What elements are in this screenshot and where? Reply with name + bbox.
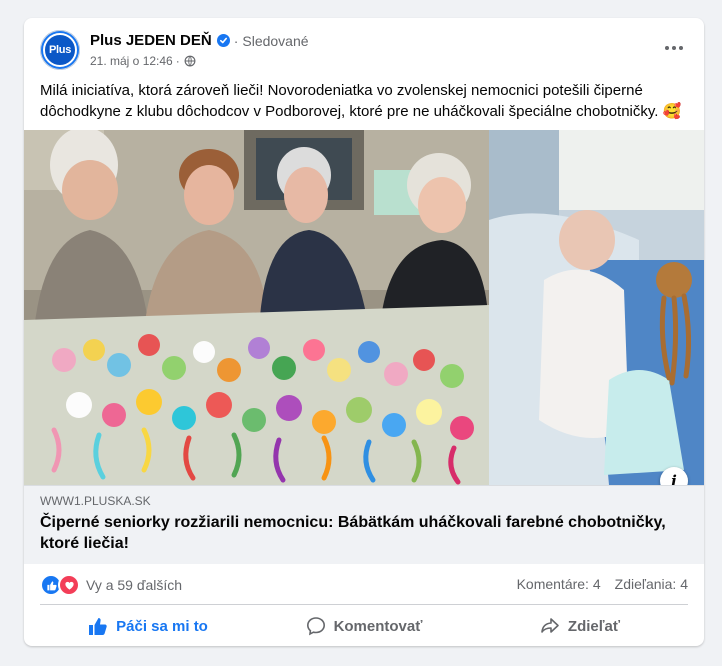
globe-icon[interactable] [184, 55, 196, 67]
meta-separator: · [175, 54, 180, 68]
reactions-summary[interactable]: Vy a 59 ďalších [40, 574, 182, 596]
share-button[interactable]: Zdieľať [472, 608, 688, 644]
share-label: Zdieľať [567, 617, 621, 635]
newborn-photo[interactable] [489, 130, 704, 485]
engagement-counts: Komentáre: 4 Zdieľania: 4 [517, 576, 688, 592]
actions-divider [40, 604, 688, 605]
post-card: Plus Plus JEDEN DEŇ · Sledované 21. máj … [24, 18, 704, 646]
post-timestamp[interactable]: 21. máj o 12:46 [90, 54, 173, 68]
avatar-logo: Plus [43, 33, 77, 67]
post-stats: Vy a 59 ďalších Komentáre: 4 Zdieľania: … [40, 570, 688, 598]
follow-separator: · [233, 32, 239, 49]
link-domain: WWW1.PLUSKA.SK [40, 494, 151, 508]
action-bar: Páči sa mi to Komentovať Zdieľať [40, 608, 688, 644]
comment-button[interactable]: Komentovať [256, 608, 472, 644]
link-title[interactable]: Čiperné seniorky rozžiarili nemocnicu: B… [40, 512, 690, 554]
like-button[interactable]: Páči sa mi to [40, 608, 256, 644]
verified-badge-icon [216, 34, 230, 47]
love-reaction-icon [58, 574, 80, 596]
page-name-row: Plus JEDEN DEŇ · Sledované [90, 32, 309, 49]
share-icon [541, 618, 559, 633]
link-preview[interactable]: WWW1.PLUSKA.SK Čiperné seniorky rozžiari… [24, 485, 704, 564]
seniors-photo[interactable] [24, 130, 489, 485]
comment-icon [306, 617, 325, 636]
reactions-count: Vy a 59 ďalších [86, 577, 183, 593]
post-header: Plus Plus JEDEN DEŇ · Sledované 21. máj … [40, 30, 688, 74]
page-name-link[interactable]: Plus JEDEN DEŇ [90, 32, 212, 49]
comment-label: Komentovať [333, 617, 423, 635]
follow-state-label[interactable]: Sledované [242, 33, 308, 49]
thumbs-up-icon [89, 618, 107, 635]
post-meta: 21. máj o 12:46 · [90, 54, 196, 68]
comments-count[interactable]: Komentáre: 4 [517, 576, 601, 592]
like-label: Páči sa mi to [116, 617, 208, 635]
post-caption: Milá iniciatíva, ktorá zároveň lieči! No… [40, 82, 682, 120]
shares-count[interactable]: Zdieľania: 4 [615, 576, 688, 592]
post-media[interactable]: i [24, 130, 704, 495]
more-options-button[interactable] [660, 34, 688, 62]
three-dots-icon [665, 46, 683, 50]
avatar[interactable]: Plus [40, 30, 80, 70]
